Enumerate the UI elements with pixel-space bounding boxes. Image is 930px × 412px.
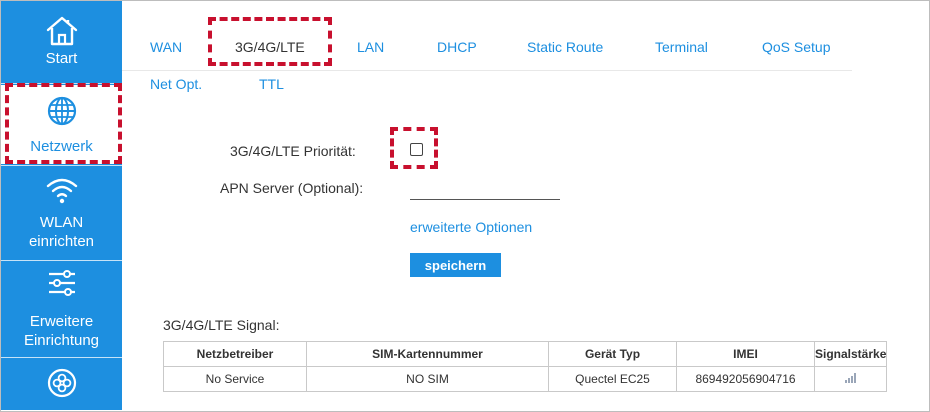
sidebar-divider [1, 165, 122, 166]
table-cell-imei: 869492056904716 [676, 366, 815, 392]
sidebar-item-label-line1: WLAN [39, 214, 84, 231]
tab-net-opt[interactable]: Net Opt. [150, 76, 202, 92]
sidebar-item-start[interactable]: Start [1, 15, 122, 68]
tab-qos-setup[interactable]: QoS Setup [762, 39, 831, 55]
tab-static-route[interactable]: Static Route [527, 39, 603, 55]
table-cell-device: Quectel EC25 [548, 366, 677, 392]
sidebar-divider [1, 357, 122, 358]
advanced-options-link[interactable]: erweiterte Optionen [410, 219, 532, 235]
sidebar-divider [1, 83, 122, 84]
signal-title: 3G/4G/LTE Signal: [163, 317, 280, 333]
table-header-row: Netzbetreiber SIM-Kartennummer Gerät Typ… [163, 341, 888, 367]
sidebar-item-label: Start [45, 50, 78, 67]
priority-checkbox[interactable] [410, 143, 423, 156]
tab-lan[interactable]: LAN [357, 39, 384, 55]
sidebar-item-wlan[interactable]: WLAN einrichten [1, 175, 122, 251]
tab-bar [122, 10, 852, 71]
tab-terminal[interactable]: Terminal [655, 39, 708, 55]
tab-wan[interactable]: WAN [150, 39, 182, 55]
priority-label: 3G/4G/LTE Priorität: [230, 143, 356, 159]
signal-table: Netzbetreiber SIM-Kartennummer Gerät Typ… [163, 341, 888, 392]
sidebar-divider [1, 260, 122, 261]
sidebar: Start Netzwerk WLAN einrichten Erweitere… [1, 1, 122, 410]
tab-dhcp[interactable]: DHCP [437, 39, 477, 55]
sidebar-item-more[interactable] [1, 367, 122, 399]
table-row: No Service NO SIM Quectel EC25 869492056… [163, 366, 888, 392]
sliders-icon [48, 270, 75, 296]
globe-icon [47, 96, 76, 126]
sidebar-item-label-line2: Einrichtung [23, 332, 100, 349]
tab-ttl[interactable]: TTL [259, 76, 284, 92]
save-button[interactable]: speichern [410, 253, 501, 277]
sidebar-item-label: Netzwerk [30, 138, 93, 155]
sidebar-item-label-line1: Erweitere [29, 313, 94, 330]
apn-server-input[interactable] [410, 181, 560, 200]
column-header: IMEI [676, 341, 815, 367]
table-cell-signal [813, 366, 888, 392]
signal-strength-icon [845, 373, 857, 383]
table-cell-sim: NO SIM [306, 366, 549, 392]
sidebar-item-netzwerk-content: Netzwerk [1, 95, 122, 156]
column-header: Signalstärke [813, 341, 888, 367]
home-icon [46, 16, 77, 46]
apn-label: APN Server (Optional): [220, 180, 364, 196]
tab-3g-4g-lte[interactable]: 3G/4G/LTE [235, 39, 305, 55]
sidebar-item-advanced[interactable]: Erweitere Einrichtung [1, 268, 122, 350]
flower-icon [47, 368, 76, 398]
table-cell-operator: No Service [163, 366, 307, 392]
wifi-icon [46, 178, 77, 204]
sidebar-item-label-line2: einrichten [28, 233, 95, 250]
sidebar-item-netzwerk[interactable]: Netzwerk [1, 85, 122, 164]
column-header: Gerät Typ [548, 341, 677, 367]
column-header: SIM-Kartennummer [306, 341, 549, 367]
column-header: Netzbetreiber [163, 341, 307, 367]
